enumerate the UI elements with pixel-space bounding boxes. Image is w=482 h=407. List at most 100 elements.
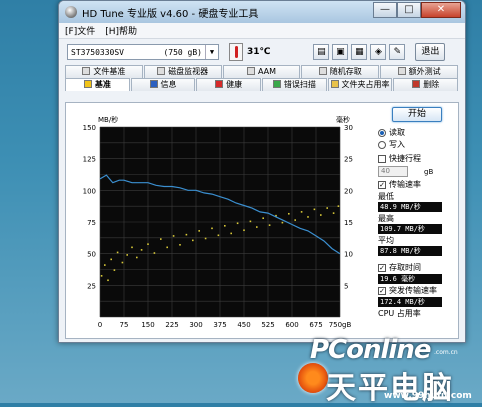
access-time-point xyxy=(211,227,213,230)
avg-label: 平均 xyxy=(378,236,394,245)
read-radio[interactable]: 读取 xyxy=(378,127,456,138)
tab-label: 文件夹占用率 xyxy=(341,80,390,89)
access-time-point xyxy=(179,244,181,246)
tab-label: 基准 xyxy=(94,80,111,89)
benchmark-chart: MB/秒 毫秒150125100755025302520151050 75 150 22… xyxy=(83,115,353,329)
write-label: 写入 xyxy=(389,140,405,149)
tab-file-benchmark[interactable]: 文件基准 xyxy=(65,65,143,78)
tab-folder-usage[interactable]: 文件夹占用率 xyxy=(327,78,393,91)
tab-info[interactable]: 信息 xyxy=(130,78,196,91)
y-left-tick-label: 150 xyxy=(83,124,96,132)
title-bar[interactable]: HD Tune 专业版 v4.60 - 硬盘专业工具 — □ ✕ xyxy=(59,1,465,23)
transfer-rate-checkbox[interactable]: ✓ 传输速率 xyxy=(378,179,456,190)
app-window: HD Tune 专业版 v4.60 - 硬盘专业工具 — □ ✕ [F]文件 [… xyxy=(58,0,466,343)
minimize-button[interactable]: — xyxy=(373,2,397,18)
copy-screenshot-icon[interactable]: ▣ xyxy=(332,44,349,60)
temperature-value: 31℃ xyxy=(247,47,271,57)
watermark-brand: PConline xyxy=(310,335,431,365)
fast-stroke-spinner[interactable]: 40 gB xyxy=(378,166,456,177)
access-time-point xyxy=(313,208,316,211)
access-time-point xyxy=(131,246,133,249)
thermometer-icon xyxy=(229,43,243,61)
tab-label: 文件基准 xyxy=(93,67,126,76)
start-button[interactable]: 开始 xyxy=(392,107,442,122)
tab-label: 信息 xyxy=(160,80,177,89)
fast-stroke-unit: gB xyxy=(424,167,434,176)
tab-erase[interactable]: 删除 xyxy=(393,78,459,91)
tab-benchmark[interactable]: 基准 xyxy=(65,78,130,91)
menu-file[interactable]: [F]文件 xyxy=(65,24,95,37)
access-time-point xyxy=(113,269,116,271)
radio-dot xyxy=(378,140,386,149)
x-tick-label: 150 xyxy=(141,321,154,329)
options-icon[interactable]: ✎ xyxy=(389,44,406,60)
watermark-url: www.99hufu.com xyxy=(384,391,472,401)
tab-aam[interactable]: AAM xyxy=(222,65,301,78)
copy-text-icon[interactable]: ▤ xyxy=(313,44,330,60)
save-icon[interactable]: ▦ xyxy=(351,44,368,60)
access-time-point xyxy=(147,243,149,245)
y-left-tick-label: 50 xyxy=(87,251,96,259)
access-time-point xyxy=(107,279,109,282)
x-tick-label: 525 xyxy=(261,321,274,329)
info-icon xyxy=(149,80,158,88)
save-screenshot-icon[interactable]: ◈ xyxy=(370,44,387,60)
tab-label: 随机存取 xyxy=(329,67,362,76)
access-time-point xyxy=(320,214,322,216)
caption-buttons: — □ ✕ xyxy=(373,2,461,18)
close-button[interactable]: ✕ xyxy=(421,2,461,18)
access-time-point xyxy=(268,224,271,226)
error-scan-icon xyxy=(272,80,281,88)
right-axis-unit: 毫秒 xyxy=(336,115,350,124)
tab-disk-monitor[interactable]: 磁盘监视器 xyxy=(143,65,222,78)
access-label: 存取时间 xyxy=(389,263,421,272)
file-benchmark-icon xyxy=(82,67,91,75)
y-right-tick-label: 5 xyxy=(344,282,348,290)
menu-help[interactable]: [H]帮助 xyxy=(105,24,137,37)
maximize-button[interactable]: □ xyxy=(397,2,421,18)
side-controls: 开始 读取 写入 快捷行程 40 gB ✓ 传输速率 最低 48.9 MB/秒 最… xyxy=(378,107,456,318)
access-time-checkbox[interactable]: ✓ 存取时间 xyxy=(378,262,456,273)
access-time-point xyxy=(172,235,175,237)
benchmark-panel: MB/秒 毫秒 150 125 100 75 50 25 30 25 20 15 10 5 0 75 150 22… xyxy=(65,102,459,339)
tab-error-scan[interactable]: 错误扫描 xyxy=(262,78,327,91)
access-time-point xyxy=(204,237,207,240)
disk-monitor-icon xyxy=(157,67,166,75)
tab-row-2: 基准 信息 健康 错误扫描 文件夹占用率 删除 xyxy=(65,78,459,91)
tab-extra-tests[interactable]: 额外测试 xyxy=(380,65,458,78)
tab-label: 删除 xyxy=(423,80,440,89)
tab-label: AAM xyxy=(257,67,277,76)
x-tick-label: 750gB xyxy=(329,321,352,329)
access-time-point xyxy=(294,219,296,221)
access-time-point xyxy=(153,252,156,254)
access-time-point xyxy=(337,205,340,207)
access-time-point xyxy=(326,207,328,209)
fast-stroke-value[interactable]: 40 xyxy=(378,166,408,177)
chevron-down-icon[interactable]: ▼ xyxy=(205,45,218,59)
access-time-point xyxy=(217,234,220,237)
tab-health[interactable]: 健康 xyxy=(196,78,262,91)
read-label: 读取 xyxy=(389,128,405,137)
write-radio[interactable]: 写入 xyxy=(378,139,456,150)
tab-strip: 文件基准 磁盘监视器 AAM 随机存取 额外测试 基准 信息 健康 错误扫描 文… xyxy=(65,65,459,91)
tab-label: 磁盘监视器 xyxy=(168,67,209,76)
burst-rate-checkbox[interactable]: ✓ 突发传输速率 xyxy=(378,285,456,296)
access-time-point xyxy=(104,264,106,266)
y-right-tick-label: 15 xyxy=(344,219,353,227)
transfer-label: 传输速率 xyxy=(389,180,421,189)
access-time-point xyxy=(262,217,264,219)
burst-value: 172.4 MB/秒 xyxy=(378,297,442,307)
erase-icon xyxy=(412,80,421,88)
access-time-point xyxy=(160,238,162,240)
x-tick-label: 600 xyxy=(285,321,298,329)
tab-random-access[interactable]: 随机存取 xyxy=(301,65,380,78)
y-left-tick-label: 100 xyxy=(83,187,96,195)
drive-name: ST3750330SV xyxy=(71,47,124,57)
min-label: 最低 xyxy=(378,192,394,201)
fast-stroke-checkbox[interactable]: 快捷行程 xyxy=(378,153,456,164)
exit-button[interactable]: 退出 xyxy=(415,43,446,61)
drive-size: (750 gB) xyxy=(163,47,202,57)
access-time-point xyxy=(185,233,188,236)
tab-label: 错误扫描 xyxy=(283,80,316,89)
drive-select[interactable]: ST3750330SV (750 gB) ▼ xyxy=(67,44,219,60)
